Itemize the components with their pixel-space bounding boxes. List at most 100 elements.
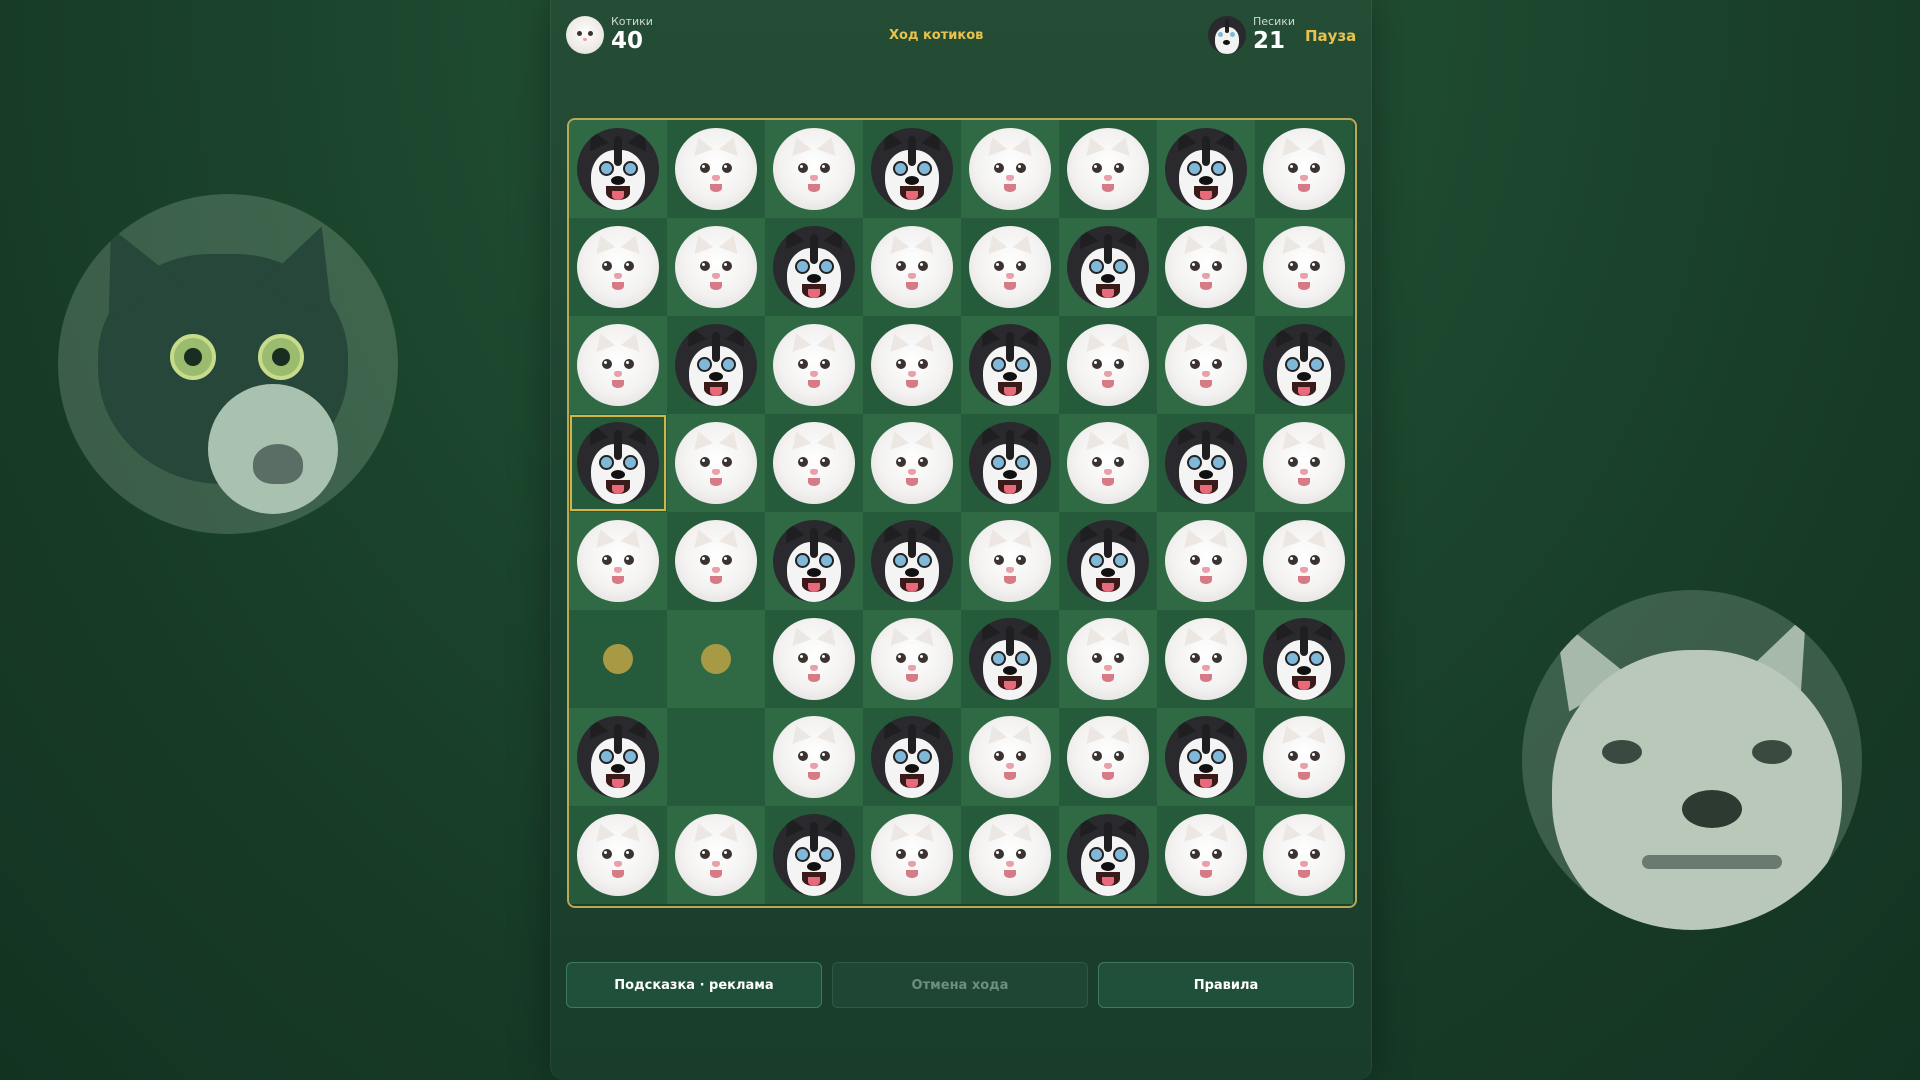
board-cell-r2-c2[interactable] (765, 316, 863, 414)
board-cell-r7-c7[interactable] (1255, 806, 1353, 904)
board-cell-r5-c3[interactable] (863, 610, 961, 708)
board-cell-r1-c5[interactable] (1059, 218, 1157, 316)
cat-piece-icon[interactable] (773, 716, 855, 798)
husky-piece-icon[interactable] (1165, 716, 1247, 798)
board-cell-r4-c5[interactable] (1059, 512, 1157, 610)
board-cell-r1-c0[interactable] (569, 218, 667, 316)
cat-piece-icon[interactable] (1165, 324, 1247, 406)
board-cell-r3-c0[interactable] (569, 414, 667, 512)
board-cell-r4-c2[interactable] (765, 512, 863, 610)
board-cell-r3-c4[interactable] (961, 414, 1059, 512)
board-cell-r5-c6[interactable] (1157, 610, 1255, 708)
husky-piece-icon[interactable] (773, 814, 855, 896)
cat-piece-icon[interactable] (577, 520, 659, 602)
board-cell-r0-c4[interactable] (961, 120, 1059, 218)
board-cell-r5-c0[interactable] (569, 610, 667, 708)
cat-piece-icon[interactable] (871, 422, 953, 504)
cat-piece-icon[interactable] (773, 324, 855, 406)
board-cell-r2-c5[interactable] (1059, 316, 1157, 414)
cat-piece-icon[interactable] (1067, 618, 1149, 700)
board-cell-r0-c5[interactable] (1059, 120, 1157, 218)
board-cell-r0-c1[interactable] (667, 120, 765, 218)
cat-piece-icon[interactable] (577, 324, 659, 406)
board-cell-r6-c5[interactable] (1059, 708, 1157, 806)
board-cell-r3-c3[interactable] (863, 414, 961, 512)
husky-piece-icon[interactable] (1263, 324, 1345, 406)
board-cell-r2-c1[interactable] (667, 316, 765, 414)
board-cell-r1-c4[interactable] (961, 218, 1059, 316)
cat-piece-icon[interactable] (1263, 716, 1345, 798)
husky-piece-icon[interactable] (577, 716, 659, 798)
cat-piece-icon[interactable] (773, 422, 855, 504)
cat-piece-icon[interactable] (871, 226, 953, 308)
husky-piece-icon[interactable] (1165, 422, 1247, 504)
board-cell-r2-c6[interactable] (1157, 316, 1255, 414)
husky-piece-icon[interactable] (675, 324, 757, 406)
move-hint-dot[interactable] (701, 644, 731, 674)
cat-piece-icon[interactable] (1067, 422, 1149, 504)
hint-ad-button[interactable]: Подсказка · реклама (566, 962, 822, 1008)
cat-piece-icon[interactable] (675, 226, 757, 308)
board-cell-r0-c6[interactable] (1157, 120, 1255, 218)
board-cell-r7-c2[interactable] (765, 806, 863, 904)
board-cell-r1-c2[interactable] (765, 218, 863, 316)
board-cell-r7-c4[interactable] (961, 806, 1059, 904)
cat-piece-icon[interactable] (1263, 226, 1345, 308)
husky-piece-icon[interactable] (969, 422, 1051, 504)
cat-piece-icon[interactable] (969, 716, 1051, 798)
board-cell-r7-c6[interactable] (1157, 806, 1255, 904)
husky-piece-icon[interactable] (1165, 128, 1247, 210)
cat-piece-icon[interactable] (1165, 618, 1247, 700)
board-cell-r5-c7[interactable] (1255, 610, 1353, 708)
board-cell-r4-c0[interactable] (569, 512, 667, 610)
husky-piece-icon[interactable] (773, 226, 855, 308)
board-cell-r4-c6[interactable] (1157, 512, 1255, 610)
rules-button[interactable]: Правила (1098, 962, 1354, 1008)
cat-piece-icon[interactable] (1067, 716, 1149, 798)
board-cell-r2-c3[interactable] (863, 316, 961, 414)
board-cell-r0-c2[interactable] (765, 120, 863, 218)
board-cell-r3-c5[interactable] (1059, 414, 1157, 512)
cat-piece-icon[interactable] (773, 128, 855, 210)
cat-piece-icon[interactable] (1067, 324, 1149, 406)
husky-piece-icon[interactable] (577, 422, 659, 504)
undo-move-button[interactable]: Отмена хода (832, 962, 1088, 1008)
cat-piece-icon[interactable] (1165, 520, 1247, 602)
board-cell-r7-c0[interactable] (569, 806, 667, 904)
husky-piece-icon[interactable] (969, 324, 1051, 406)
board-cell-r2-c0[interactable] (569, 316, 667, 414)
husky-piece-icon[interactable] (871, 128, 953, 210)
board-cell-r4-c1[interactable] (667, 512, 765, 610)
cat-piece-icon[interactable] (675, 520, 757, 602)
board-cell-r6-c7[interactable] (1255, 708, 1353, 806)
husky-piece-icon[interactable] (1263, 618, 1345, 700)
board-cell-r4-c4[interactable] (961, 512, 1059, 610)
cat-piece-icon[interactable] (1263, 422, 1345, 504)
husky-piece-icon[interactable] (1067, 520, 1149, 602)
board-cell-r5-c4[interactable] (961, 610, 1059, 708)
cat-piece-icon[interactable] (969, 520, 1051, 602)
husky-piece-icon[interactable] (969, 618, 1051, 700)
board-cell-r3-c7[interactable] (1255, 414, 1353, 512)
board-cell-r1-c1[interactable] (667, 218, 765, 316)
board-cell-r1-c6[interactable] (1157, 218, 1255, 316)
husky-piece-icon[interactable] (1067, 814, 1149, 896)
board-cell-r5-c1[interactable] (667, 610, 765, 708)
board-cell-r0-c7[interactable] (1255, 120, 1353, 218)
cat-piece-icon[interactable] (871, 324, 953, 406)
move-hint-dot[interactable] (603, 644, 633, 674)
husky-piece-icon[interactable] (871, 520, 953, 602)
board-cell-r5-c2[interactable] (765, 610, 863, 708)
cat-piece-icon[interactable] (773, 618, 855, 700)
cat-piece-icon[interactable] (1263, 520, 1345, 602)
cat-piece-icon[interactable] (871, 814, 953, 896)
cat-piece-icon[interactable] (675, 814, 757, 896)
husky-piece-icon[interactable] (871, 716, 953, 798)
board-cell-r6-c4[interactable] (961, 708, 1059, 806)
board-cell-r1-c3[interactable] (863, 218, 961, 316)
cat-piece-icon[interactable] (969, 226, 1051, 308)
board-cell-r7-c3[interactable] (863, 806, 961, 904)
board-cell-r2-c7[interactable] (1255, 316, 1353, 414)
husky-piece-icon[interactable] (577, 128, 659, 210)
board-cell-r3-c6[interactable] (1157, 414, 1255, 512)
